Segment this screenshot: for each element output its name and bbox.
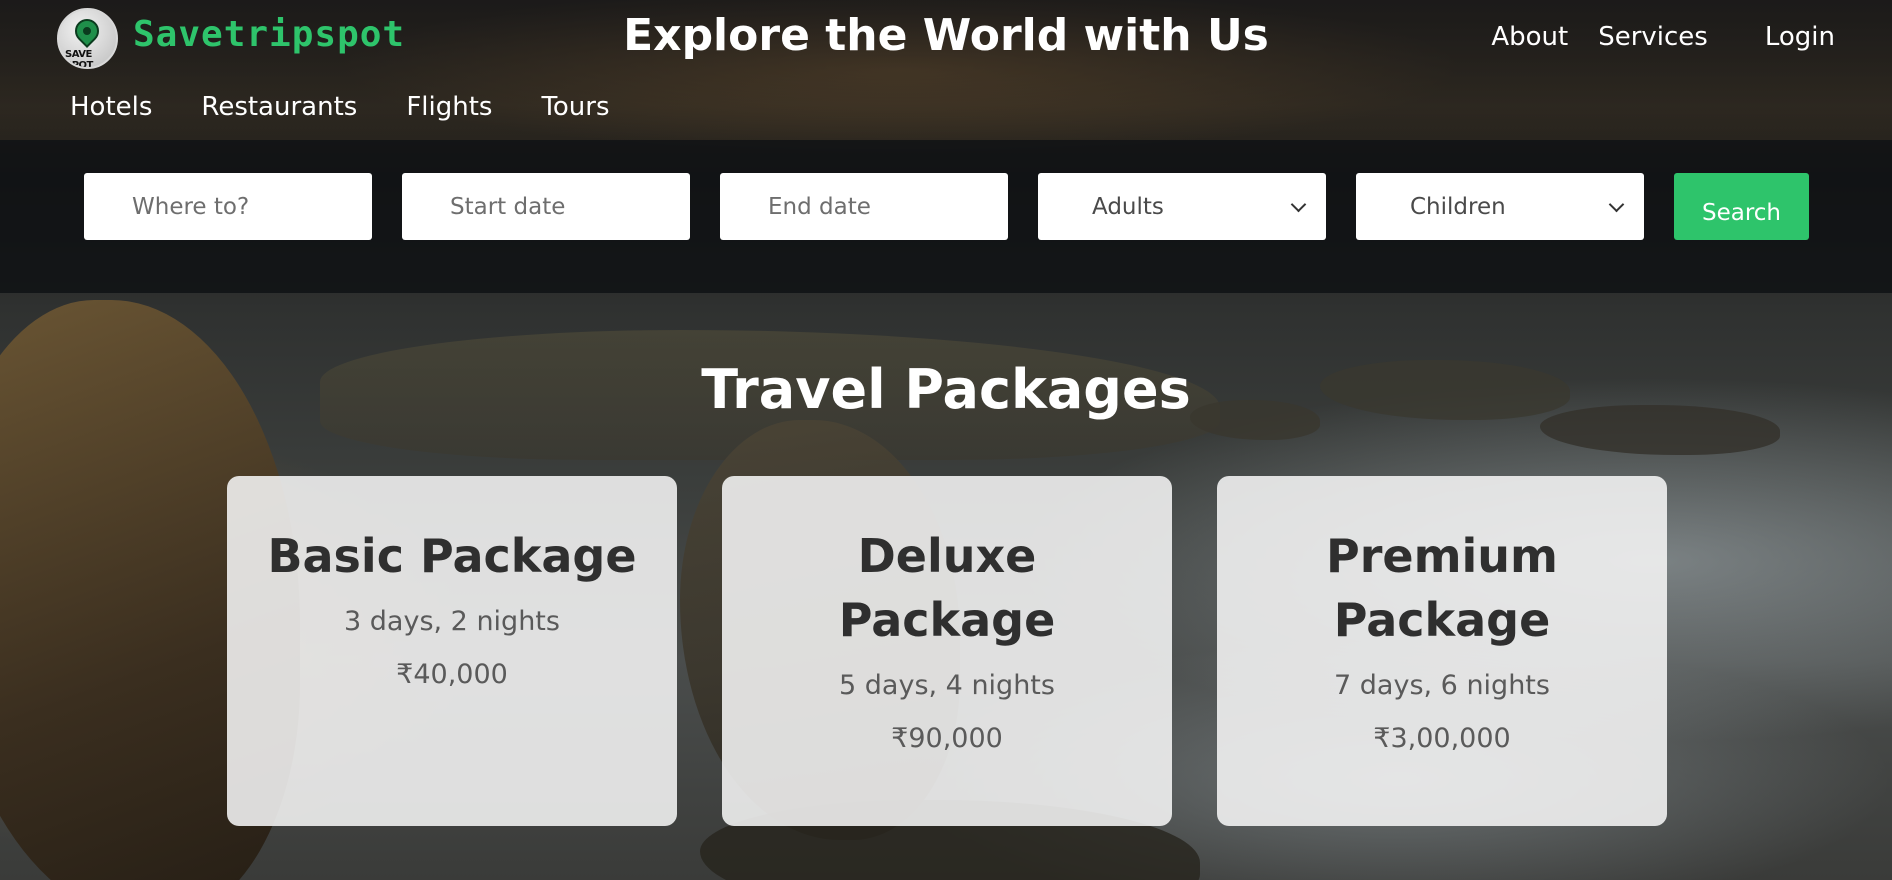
nav-flights-link[interactable]: Flights	[406, 92, 492, 122]
search-bar: Where to? Start date End date Adults Chi…	[0, 140, 1892, 293]
package-card-deluxe[interactable]: Deluxe Package 5 days, 4 nights ₹90,000	[722, 476, 1172, 826]
category-nav: Hotels Restaurants Flights Tours	[70, 92, 610, 122]
children-selected-value: Children	[1410, 193, 1506, 220]
nav-login-link[interactable]: Login	[1765, 22, 1835, 52]
package-price: ₹90,000	[891, 723, 1003, 754]
package-name: Premium Package	[1326, 529, 1558, 647]
package-name: Basic Package	[267, 529, 637, 583]
nav-restaurants-link[interactable]: Restaurants	[201, 92, 357, 122]
package-card-premium[interactable]: Premium Package 7 days, 6 nights ₹3,00,0…	[1217, 476, 1667, 826]
packages-title: Travel Packages	[701, 358, 1191, 421]
destination-placeholder: Where to?	[132, 193, 250, 220]
adults-select[interactable]: Adults	[1038, 173, 1326, 240]
search-button[interactable]: Search	[1674, 173, 1809, 240]
package-duration: 7 days, 6 nights	[1334, 670, 1550, 701]
start-date-input[interactable]: Start date	[402, 173, 690, 240]
end-date-placeholder: End date	[768, 193, 871, 220]
nav-hotels-link[interactable]: Hotels	[70, 92, 152, 122]
package-duration: 5 days, 4 nights	[839, 670, 1055, 701]
end-date-input[interactable]: End date	[720, 173, 1008, 240]
nav-services-link[interactable]: Services	[1598, 22, 1708, 52]
site-header: SAVE SPOT Savetripspot Explore the World…	[0, 0, 1892, 140]
nav-tours-link[interactable]: Tours	[541, 92, 609, 122]
package-price: ₹40,000	[396, 659, 508, 690]
top-nav: About Services Login	[1491, 22, 1835, 52]
children-select[interactable]: Children	[1356, 173, 1644, 240]
start-date-placeholder: Start date	[450, 193, 566, 220]
package-price: ₹3,00,000	[1373, 723, 1511, 754]
chevron-down-icon	[1608, 196, 1625, 213]
nav-about-link[interactable]: About	[1491, 22, 1568, 52]
destination-input[interactable]: Where to?	[84, 173, 372, 240]
chevron-down-icon	[1290, 196, 1307, 213]
package-name: Deluxe Package	[838, 529, 1056, 647]
package-duration: 3 days, 2 nights	[344, 606, 560, 637]
adults-selected-value: Adults	[1092, 193, 1164, 220]
package-card-basic[interactable]: Basic Package 3 days, 2 nights ₹40,000	[227, 476, 677, 826]
